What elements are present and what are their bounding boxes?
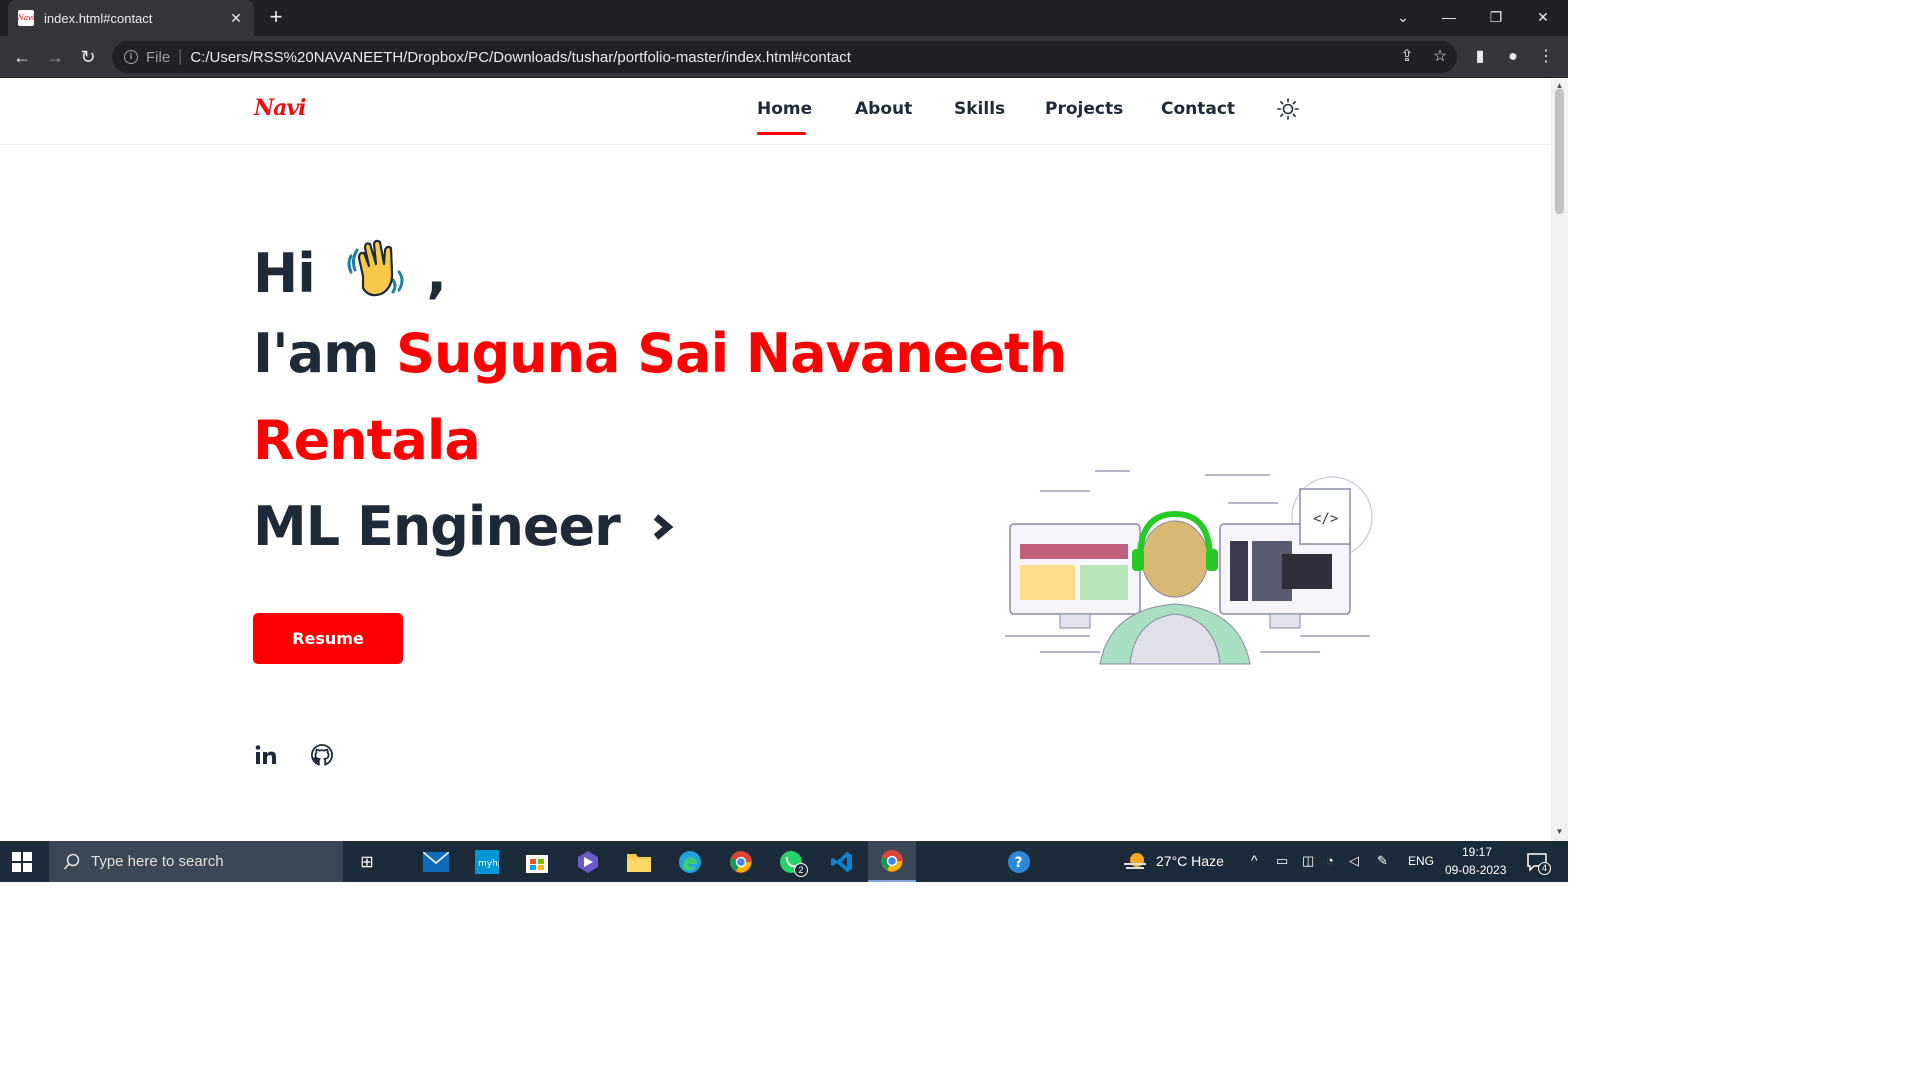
github-icon[interactable] (310, 743, 334, 767)
search-icon (63, 853, 80, 870)
hero-role-line: ML Engineer (253, 495, 678, 558)
address-bar[interactable]: i File | C:/Users/RSS%20NAVANEETH/Dropbo… (112, 41, 1457, 73)
site-header: Navi Home About Skills Projects Contact (0, 79, 1551, 145)
linkedin-icon[interactable] (254, 743, 278, 767)
site-logo[interactable]: Navi (254, 95, 307, 121)
whatsapp-badge: 2 (794, 863, 808, 877)
vscode-icon[interactable] (827, 847, 857, 877)
meet-now-icon[interactable]: ◫ (1302, 853, 1314, 869)
pen-icon[interactable]: ✎ (1377, 853, 1388, 869)
hero-role: ML Engineer (253, 495, 621, 558)
windows-start-icon[interactable] (12, 852, 32, 872)
theme-toggle-sun-icon[interactable] (1277, 98, 1299, 120)
new-tab-button[interactable]: + (264, 6, 288, 30)
address-scheme: File (146, 48, 171, 66)
tab-favicon-icon: Navi (18, 10, 34, 26)
page-viewport: Navi Home About Skills Projects Contact … (0, 79, 1551, 841)
nav-about[interactable]: About (855, 99, 912, 119)
file-explorer-icon[interactable] (624, 847, 654, 877)
hero-name-last: Rentala (253, 409, 481, 472)
active-nav-indicator (757, 132, 806, 135)
browser-menu-icon[interactable]: ⋮ (1534, 45, 1558, 69)
scrollbar-thumb[interactable] (1555, 89, 1564, 214)
whatsapp-icon[interactable]: 2 (776, 847, 808, 877)
svg-text:?: ? (1015, 855, 1023, 871)
address-separator: | (178, 48, 183, 65)
minimize-button[interactable]: — (1426, 0, 1472, 34)
volume-icon[interactable]: ◁ (1349, 853, 1359, 869)
weather-text[interactable]: 27°C Haze (1156, 853, 1224, 869)
language-indicator[interactable]: ENG (1408, 854, 1434, 868)
mail-app-icon[interactable] (421, 847, 451, 877)
close-tab-icon[interactable]: ✕ (228, 10, 244, 27)
nav-projects[interactable]: Projects (1045, 99, 1123, 119)
resume-button[interactable]: Resume (253, 613, 403, 664)
back-arrow-icon[interactable]: ← (10, 45, 34, 69)
page-scrollbar[interactable]: ▲ ▼ (1551, 79, 1568, 841)
hero-greeting: Hi , (253, 236, 447, 305)
clock-time[interactable]: 19:17 (1462, 845, 1492, 859)
developer-illustration: </> (1005, 470, 1373, 665)
restore-button[interactable]: ❐ (1473, 0, 1519, 34)
nav-contact[interactable]: Contact (1161, 99, 1235, 119)
profile-icon[interactable]: ● (1501, 45, 1525, 69)
scroll-down-arrow-icon[interactable]: ▼ (1555, 827, 1564, 836)
power-automate-icon[interactable] (573, 847, 603, 877)
svg-text:</>: </> (1313, 511, 1338, 527)
tab-title: index.html#contact (44, 10, 153, 26)
bookmark-star-icon[interactable]: ☆ (1428, 45, 1452, 69)
browser-toolbar: ← → ↻ i File | C:/Users/RSS%20NAVANEETH/… (0, 36, 1568, 78)
edge-browser-icon[interactable] (675, 847, 705, 877)
microsoft-store-icon[interactable] (522, 847, 552, 877)
clock-date[interactable]: 09-08-2023 (1445, 863, 1506, 877)
browser-tab[interactable]: Navi index.html#contact ✕ (8, 0, 254, 36)
wifi-icon[interactable]: ◔ (1326, 853, 1334, 868)
share-icon[interactable]: ⇪ (1395, 45, 1419, 69)
chrome-active-icon[interactable] (868, 841, 916, 882)
chrome-profile-icon[interactable] (726, 847, 756, 877)
myhp-app-icon[interactable]: myhp (472, 847, 502, 877)
side-panel-icon[interactable]: ▮ (1468, 45, 1492, 69)
notification-center-icon[interactable]: 4 (1522, 847, 1552, 877)
windows-taskbar: Type here to search ⊞ myhp 2 ? 27°C Haze… (0, 841, 1568, 882)
tray-overflow-chevron-icon[interactable]: ^ (1251, 852, 1258, 868)
address-url[interactable]: C:/Users/RSS%20NAVANEETH/Dropbox/PC/Down… (190, 49, 851, 66)
svg-text:myhp: myhp (478, 859, 499, 869)
waving-hand-icon (347, 239, 404, 297)
close-window-button[interactable]: ✕ (1520, 0, 1566, 34)
task-view-icon[interactable]: ⊞ (352, 847, 382, 877)
help-icon[interactable]: ? (1004, 847, 1034, 877)
search-placeholder: Type here to search (91, 853, 224, 870)
browser-tab-strip: Navi index.html#contact ✕ + ⌄ — ❐ ✕ (0, 0, 1568, 36)
reload-icon[interactable]: ↻ (76, 45, 100, 69)
notification-badge: 4 (1538, 862, 1551, 875)
forward-arrow-icon[interactable]: → (43, 45, 67, 69)
nav-home[interactable]: Home (757, 99, 812, 119)
battery-icon[interactable]: ▭ (1276, 853, 1288, 869)
hero-intro-line: I'am Suguna Sai Navaneeth (253, 322, 1067, 385)
greeting-comma: , (426, 242, 446, 305)
intro-text: I'am (253, 322, 379, 385)
site-info-icon[interactable]: i (124, 50, 138, 64)
tab-search-chevron-icon[interactable]: ⌄ (1380, 0, 1426, 34)
hero-name-first: Suguna Sai Navaneeth (396, 322, 1067, 385)
greeting-text: Hi (253, 242, 316, 305)
weather-haze-icon[interactable] (1120, 847, 1150, 877)
nav-skills[interactable]: Skills (954, 99, 1005, 119)
chevron-right-icon (653, 514, 674, 540)
taskbar-search-box[interactable]: Type here to search (49, 841, 343, 882)
